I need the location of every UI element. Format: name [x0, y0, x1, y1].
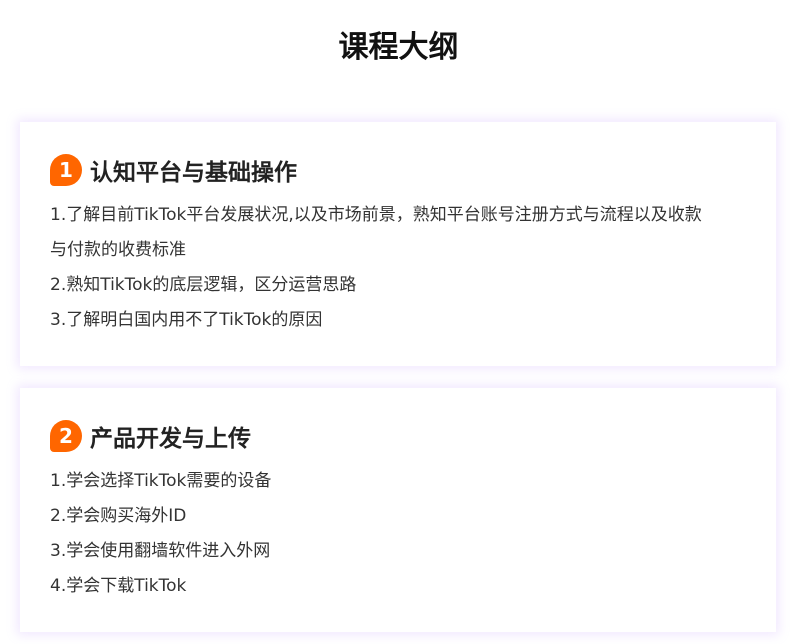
section-title-1: 认知平台与基础操作: [90, 160, 297, 186]
number-badge-icon: 2: [50, 420, 82, 452]
section-card-1: 1 认知平台与基础操作 1.了解目前TikTok平台发展状况,以及市场前景，熟知…: [20, 122, 776, 366]
section-title-2: 产品开发与上传: [90, 426, 251, 452]
list-item: 2.熟知TikTok的底层逻辑，区分运营思路: [50, 275, 357, 295]
section-items-1: 1.了解目前TikTok平台发展状况,以及市场前景，熟知平台账号注册方式与流程以…: [50, 198, 746, 338]
list-item: 1.了解目前TikTok平台发展状况,以及市场前景，熟知平台账号注册方式与流程以…: [50, 205, 702, 225]
number-badge-icon: 1: [50, 154, 82, 186]
section-items-2: 1.学会选择TikTok需要的设备 2.学会购买海外ID 3.学会使用翻墙软件进…: [50, 464, 746, 604]
section-header-2: 2 产品开发与上传: [50, 416, 746, 456]
section-header-1: 1 认知平台与基础操作: [50, 150, 746, 190]
section-card-2: 2 产品开发与上传 1.学会选择TikTok需要的设备 2.学会购买海外ID 3…: [20, 388, 776, 632]
list-item: 3.学会使用翻墙软件进入外网: [50, 541, 271, 561]
list-item: 1.学会选择TikTok需要的设备: [50, 471, 272, 491]
list-item: 2.学会购买海外ID: [50, 506, 187, 526]
page-title: 课程大纲: [338, 30, 459, 65]
list-item: 与付款的收费标准: [50, 240, 186, 260]
list-item: 4.学会下载TikTok: [50, 576, 187, 596]
list-item: 3.了解明白国内用不了TikTok的原因: [50, 310, 323, 330]
